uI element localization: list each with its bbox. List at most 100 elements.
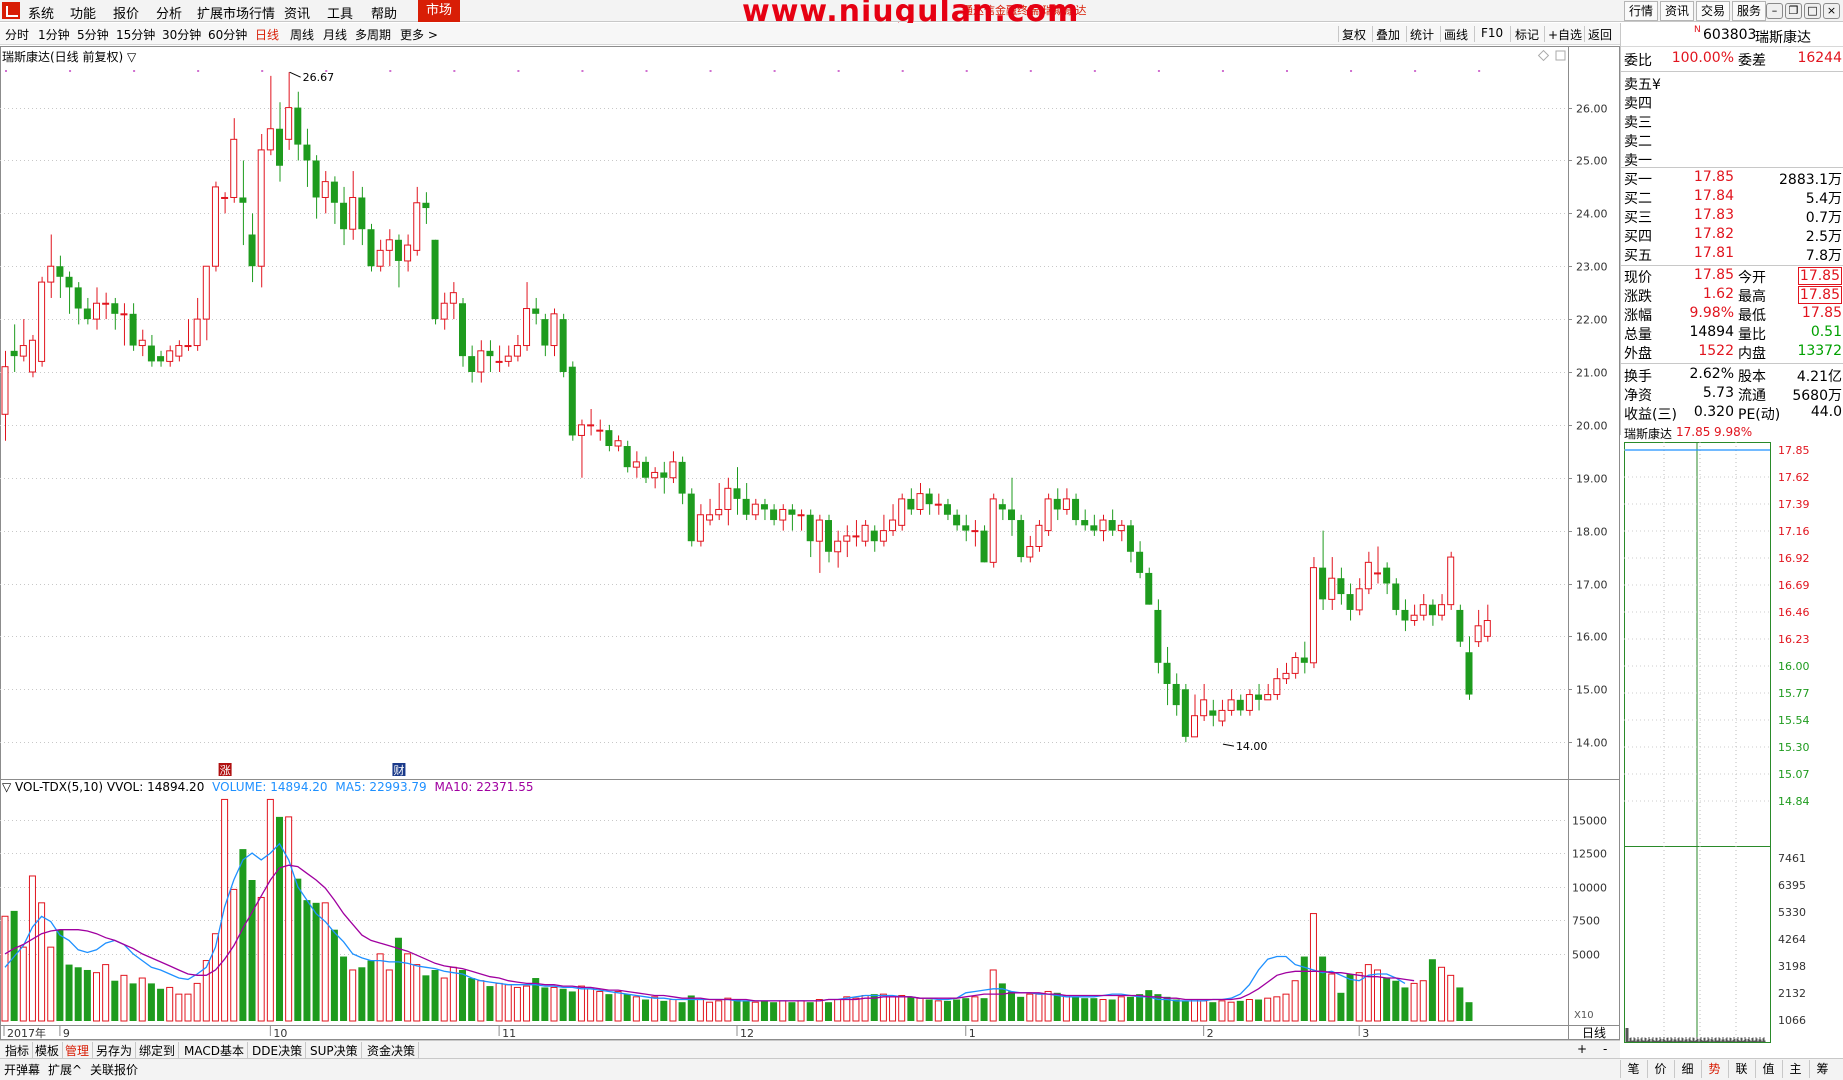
volume-bar [102,964,110,1022]
period-tab-more[interactable]: 更多 > [400,26,438,43]
mini-price-tick: 17.62 [1778,471,1810,484]
buy-price: 17.82 [1693,226,1734,242]
tool-statistics[interactable]: 统计 [1410,26,1434,43]
top-button-service[interactable]: 服务 [1732,1,1767,21]
tool-overlay[interactable]: 叠加 [1376,26,1400,43]
close-icon[interactable]: × [1823,3,1840,19]
menu-function[interactable]: 功能 [70,3,96,22]
volume-bar [1264,997,1272,1022]
restore-icon[interactable]: ❐ [1785,3,1802,19]
top-button-trade[interactable]: 交易 [1696,1,1731,21]
menu-system[interactable]: 系统 [28,3,54,22]
side-tab-jia[interactable]: 价 [1647,1060,1673,1078]
fundamental-value: 4.21亿 [1796,369,1842,385]
period-tab-1min[interactable]: 1分钟 [38,26,70,43]
buy-row: 买二 17.84 5.4万 [1621,188,1843,207]
candle-body [1181,689,1189,737]
period-tab-30min[interactable]: 30分钟 [162,26,201,43]
side-tab-lian[interactable]: 联 [1728,1060,1754,1078]
mini-volume-tick: 6395 [1778,879,1806,892]
tab-dde[interactable]: DDE决策 [249,1042,307,1059]
related-quote-button[interactable]: 关联报价 [90,1061,138,1078]
tool-add-watchlist[interactable]: +自选 [1548,26,1582,43]
period-tab-60min[interactable]: 60分钟 [208,26,247,43]
tool-restore-rights[interactable]: 复权 [1342,26,1366,43]
tab-bind-to[interactable]: 绑定到 [136,1042,180,1059]
volume-bar [1209,1002,1217,1021]
period-tab-weekly[interactable]: 周线 [290,26,314,43]
candle-body [559,319,567,372]
period-tab-15min[interactable]: 15分钟 [116,26,155,43]
kline-chart-area[interactable]: 14.00 15.00 16.00 17.00 18.00 19.00 20.00 21.00… [0,46,1620,1046]
menu-extended-market[interactable]: 扩展市场行情 [197,3,275,22]
tab-save-as[interactable]: 另存为 [93,1042,137,1059]
menu-help[interactable]: 帮助 [371,3,397,22]
volume-bar [843,996,851,1022]
volume-bar [93,972,100,1022]
candle-body [642,461,649,478]
volume-bar [1438,966,1446,1022]
minimize-icon[interactable]: – [1766,3,1783,19]
menu-analysis[interactable]: 分析 [156,3,182,22]
tool-mark[interactable]: 标记 [1515,26,1539,43]
tab-manage[interactable]: 管理 [62,1042,94,1059]
volume-bar [1108,999,1116,1021]
side-tab-bi[interactable]: 笔 [1620,1060,1646,1078]
volume-bar [587,988,595,1022]
volume-bar [120,974,128,1022]
tab-indicator[interactable]: 指标 [2,1042,34,1059]
maximize-icon[interactable]: □ [1804,3,1821,19]
extend-toggle[interactable]: 扩展^ [48,1061,82,1078]
price-tick-label: 21.00 [1576,367,1608,380]
volume-bar [1145,990,1153,1021]
buy-row: 买三 17.83 0.7万 [1621,207,1843,226]
price-tick-label: 18.00 [1576,526,1608,539]
menu-news[interactable]: 资讯 [284,3,310,22]
top-button-news[interactable]: 资讯 [1660,1,1695,21]
danmaku-toggle[interactable]: 开弹幕 [4,1061,40,1078]
tab-capital[interactable]: 资金决策 [364,1042,420,1059]
menu-market[interactable]: 市场 [418,0,461,22]
tab-macd[interactable]: MACD基本 [181,1042,248,1059]
volume-tick-label: 15000 [1572,815,1607,828]
signal-dot [517,70,520,72]
tool-f10[interactable]: F10 [1481,26,1503,40]
top-button-market[interactable]: 行情 [1624,1,1659,21]
side-tab-xi[interactable]: 细 [1674,1060,1700,1078]
period-tab-daily[interactable]: 日线 [255,26,279,43]
side-tab-zhu[interactable]: 主 [1782,1060,1808,1078]
menu-quote[interactable]: 报价 [113,3,139,22]
zoom-in-button[interactable]: + [1574,1042,1590,1056]
candle-body [623,446,631,468]
tab-template[interactable]: 模板 [32,1042,64,1059]
price-tick-label: 14.00 [1576,737,1608,750]
stat-label: 最高 [1738,289,1766,305]
intraday-mini-chart[interactable]: 17.85 17.62 17.39 17.16 16.92 16.69 16.46 16.23… [1620,440,1843,1048]
buy-volume: 7.8万 [1805,248,1842,264]
signal-dot [645,70,648,72]
period-tab-5min[interactable]: 5分钟 [77,26,109,43]
weibi-row: 委比 100.00% 委差 16244 [1621,50,1843,69]
signal-dot [261,70,264,72]
volume-bar [861,994,869,1022]
volume-bar [971,996,979,1022]
menu-tools[interactable]: 工具 [327,3,353,22]
kline-chart-svg[interactable]: 14.00 15.00 16.00 17.00 18.00 19.00 20.00 21.00… [0,46,1620,1046]
volume-bar [166,986,174,1022]
candle-body [861,524,869,542]
tool-draw-line[interactable]: 画线 [1444,26,1468,43]
period-tab-multi[interactable]: 多周期 [355,26,391,43]
buy-label: 买四 [1624,229,1652,245]
tab-sup[interactable]: SUP决策 [307,1042,362,1059]
buy-price: 17.84 [1693,188,1734,204]
signal-dot [581,70,584,72]
side-tab-shi[interactable]: 势 [1701,1060,1727,1078]
volume-bar [431,969,439,1021]
side-tab-zhi[interactable]: 值 [1755,1060,1781,1078]
period-tab-fenshi[interactable]: 分时 [5,26,29,43]
period-tab-monthly[interactable]: 月线 [323,26,347,43]
zoom-out-button[interactable]: - [1600,1042,1610,1056]
tool-back[interactable]: 返回 [1588,26,1612,43]
time-axis-label: 9 [63,1027,70,1040]
side-tab-chou[interactable]: 筹 [1809,1060,1835,1078]
